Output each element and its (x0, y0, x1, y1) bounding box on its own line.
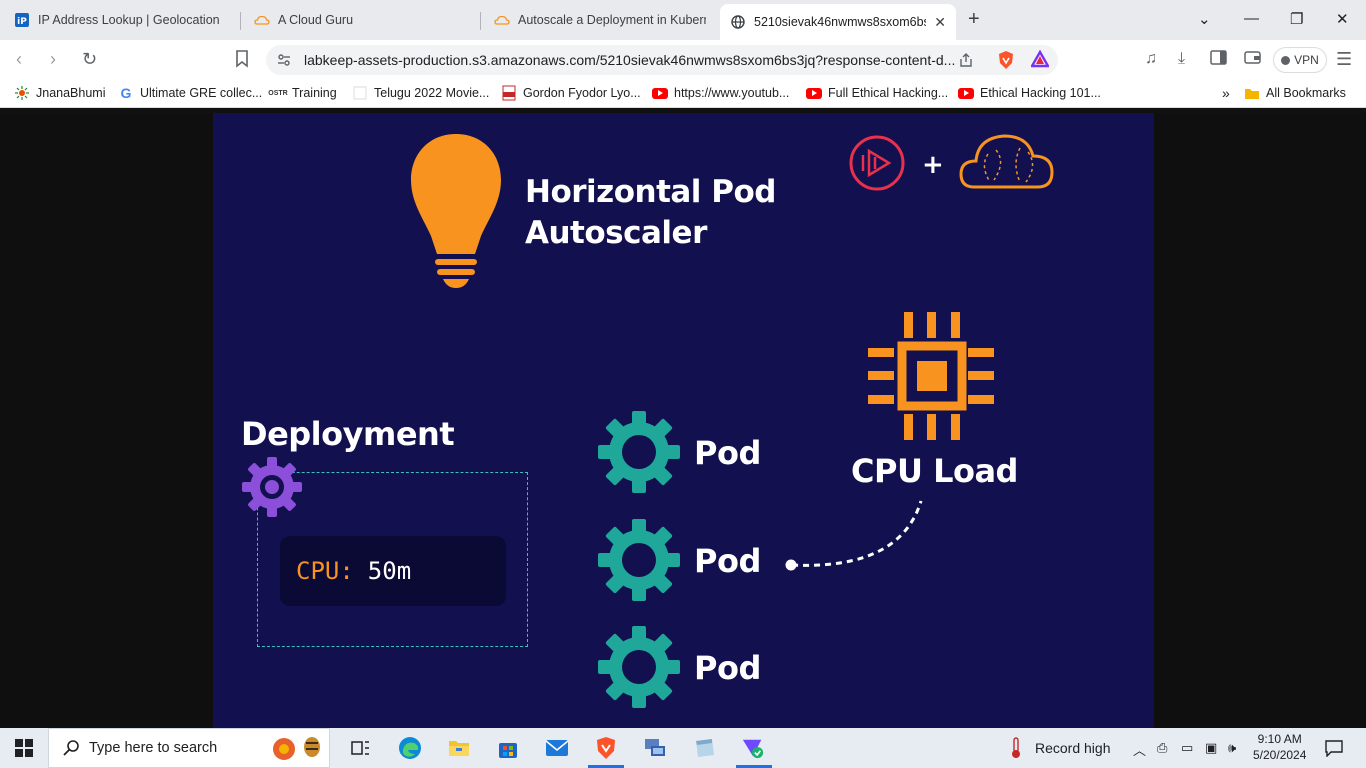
pod-gear-icon (598, 519, 680, 601)
pluralsight-logo-icon (849, 135, 905, 191)
load-connector-line (785, 500, 923, 571)
url-text: labkeep-assets-production.s3.amazonaws.c… (304, 52, 956, 68)
google-icon: G (120, 85, 132, 101)
bookmark-page-icon[interactable] (235, 50, 249, 73)
search-icon (59, 736, 83, 760)
tab-separator (480, 12, 481, 30)
media-controls-icon[interactable]: ♫ (1145, 50, 1157, 68)
notepad-app-icon[interactable] (692, 736, 716, 760)
reload-button[interactable]: ↻ (82, 49, 97, 70)
deployment-label: Deployment (241, 415, 455, 453)
tab-strip: iP IP Address Lookup | Geolocation A Clo… (0, 0, 1366, 40)
pod-label: Pod (694, 649, 761, 687)
brave-shields-icon[interactable] (997, 50, 1015, 75)
vpn-status-icon (1281, 55, 1291, 65)
youtube-icon (806, 86, 822, 100)
cpu-load-label: CPU Load (851, 452, 1018, 490)
tab-separator (240, 12, 241, 30)
close-window-button[interactable]: ✕ (1336, 10, 1349, 28)
folder-icon (1244, 86, 1260, 100)
youtube-icon (652, 86, 668, 100)
restore-button[interactable]: ❐ (1290, 10, 1303, 28)
globe-icon (730, 14, 746, 30)
bookmark-ultimate-gre[interactable]: G Ultimate GRE collec... (118, 85, 263, 101)
notifications-icon[interactable] (1322, 736, 1346, 760)
new-tab-button[interactable]: + (968, 8, 980, 31)
back-button[interactable]: ‹ (16, 49, 22, 70)
system-clock[interactable]: 9:10 AM 5/20/2024 (1253, 731, 1306, 763)
sidebar-toggle-icon[interactable] (1210, 50, 1227, 70)
pod-gear-icon (598, 411, 680, 493)
windows-start-icon[interactable] (12, 736, 36, 760)
title-line-2: Autoscaler (525, 215, 707, 251)
volume-icon[interactable]: 🕪 (1228, 740, 1236, 756)
show-hidden-icons-chevron-icon[interactable]: ︿ (1133, 740, 1146, 759)
thermometer-icon (1004, 736, 1028, 760)
downloads-icon[interactable]: ⤓ (1178, 50, 1185, 68)
jnanabhumi-icon (14, 86, 30, 100)
bookmarks-overflow-button[interactable]: » (1222, 85, 1230, 101)
wallet-icon[interactable] (1244, 50, 1261, 70)
pod-label: Pod (694, 542, 761, 580)
tab-ip-lookup[interactable]: iP IP Address Lookup | Geolocation (4, 6, 240, 34)
search-highlight-icon (268, 736, 328, 760)
file-explorer-icon[interactable] (447, 736, 471, 760)
cloud-guru-icon (254, 12, 270, 28)
vpn-button[interactable]: VPN (1273, 47, 1327, 73)
title-line-1: Horizontal Pod (525, 174, 776, 210)
site-settings-icon[interactable] (276, 52, 292, 71)
edge-browser-icon[interactable] (398, 736, 422, 760)
brave-browser-icon[interactable] (594, 736, 618, 760)
minimize-button[interactable]: — (1244, 10, 1259, 27)
pod-gear-icon (598, 626, 680, 708)
microsoft-store-icon[interactable] (496, 736, 520, 760)
cpu-request-value: 50m (367, 557, 412, 585)
cpu-request-key: CPU: (296, 557, 354, 585)
bookmark-ethical-hacking-101[interactable]: Ethical Hacking 101... (958, 86, 1101, 100)
network-icon[interactable]: ▣ (1205, 740, 1217, 756)
tab-a-cloud-guru[interactable]: A Cloud Guru (244, 6, 478, 34)
svg-text:iP: iP (17, 17, 27, 27)
deployment-gear-icon (242, 457, 302, 517)
meet-now-icon[interactable]: ⎙ (1157, 740, 1167, 756)
plus-sign: + (922, 150, 944, 180)
bookmark-gordon-lyon[interactable]: Gordon Fyodor Lyo... (501, 85, 641, 101)
weather-record-label[interactable]: Record high (1035, 740, 1111, 756)
menu-icon[interactable]: ☰ (1336, 49, 1352, 70)
cpu-request-panel: CPU: 50m (280, 536, 506, 606)
bookmark-training[interactable]: OSTR Training (268, 86, 336, 100)
page-icon (352, 86, 368, 100)
close-tab-icon[interactable]: ✕ (934, 14, 946, 31)
address-bar[interactable]: labkeep-assets-production.s3.amazonaws.c… (266, 45, 1058, 75)
task-view-icon[interactable] (348, 736, 372, 760)
bookmark-full-ethical-hacking[interactable]: Full Ethical Hacking... (806, 86, 948, 100)
battery-icon[interactable]: ▭ (1181, 740, 1193, 756)
slide-title: Horizontal Pod Autoscaler (525, 172, 776, 254)
cloud-guru-icon (494, 12, 510, 28)
proton-vpn-icon[interactable] (741, 736, 765, 760)
ip-lookup-icon: iP (14, 12, 30, 28)
mail-icon[interactable] (545, 736, 569, 760)
remote-desktop-icon[interactable] (643, 736, 667, 760)
tab-active-s3-asset[interactable]: 5210sievak46nwmws8sxom6bs3 ✕ (720, 4, 956, 40)
brave-rewards-icon[interactable] (1029, 49, 1051, 73)
bookmark-jnanabhumi[interactable]: JnanaBhumi (14, 86, 106, 100)
clock-date: 5/20/2024 (1253, 748, 1307, 762)
tab-search-chevron-icon[interactable]: ⌄ (1198, 10, 1211, 28)
share-icon[interactable] (958, 52, 974, 71)
forward-button[interactable]: › (50, 49, 56, 70)
tab-autoscale-deployment[interactable]: Autoscale a Deployment in Kubernet (484, 6, 716, 34)
cpu-chip-icon (868, 312, 994, 440)
youtube-icon (958, 86, 974, 100)
ostr-icon: OSTR (268, 89, 288, 97)
clock-time: 9:10 AM (1257, 732, 1302, 746)
cloud-guru-logo-icon (959, 134, 1054, 189)
lightbulb-icon (411, 134, 501, 288)
pdf-icon (501, 85, 517, 101)
all-bookmarks-folder[interactable]: All Bookmarks (1244, 86, 1346, 100)
bookmark-telugu-movies[interactable]: Telugu 2022 Movie... (352, 86, 489, 100)
bookmark-youtube-link[interactable]: https://www.youtub... (652, 86, 789, 100)
pod-label: Pod (694, 434, 761, 472)
